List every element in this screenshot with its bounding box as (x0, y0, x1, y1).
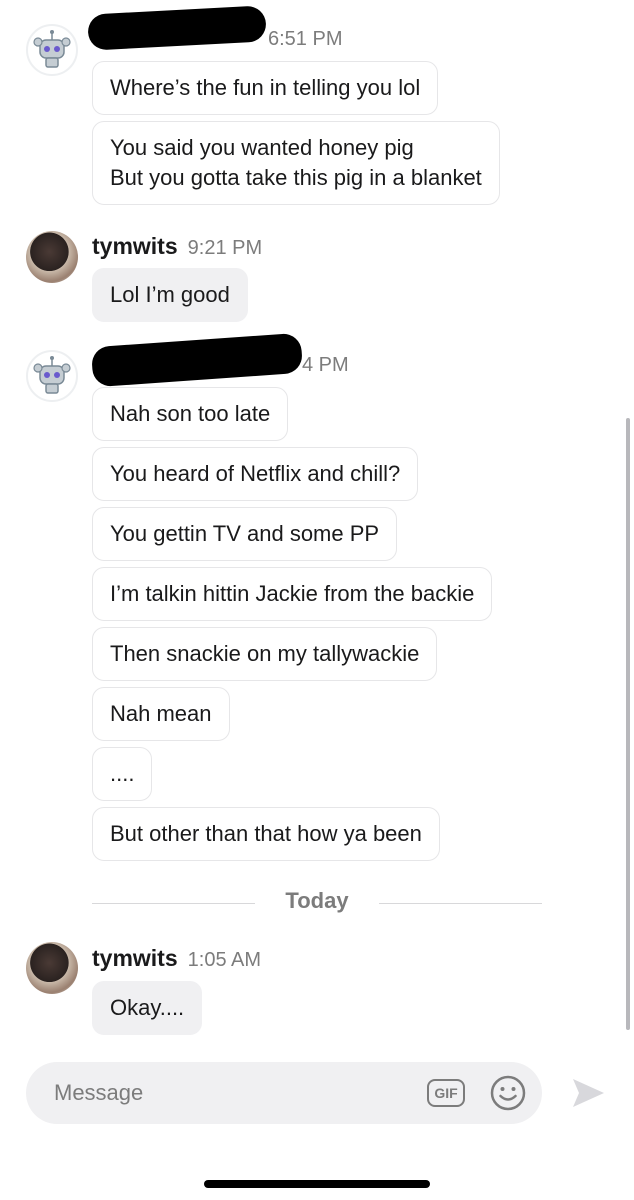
message-text: Where’s the fun in telling you lol (110, 75, 421, 100)
message-bubble[interactable]: Lol I’m good (92, 268, 248, 322)
date-divider-label: Today (285, 888, 349, 913)
message-bubble[interactable]: Where’s the fun in telling you lol (92, 61, 439, 115)
message-time: 1:05 AM (187, 949, 262, 971)
username[interactable]: tymwits (92, 233, 178, 260)
divider-line-left (92, 903, 255, 904)
message-text-line: But you gotta take this pig in a blanket (110, 165, 482, 190)
redacted-username (90, 332, 304, 388)
snoo-robot-icon (33, 356, 71, 394)
message-bubble[interactable]: I’m talkin hittin Jackie from the backie (92, 567, 493, 621)
message-text: But other than that how ya been (110, 821, 422, 846)
message-composer[interactable]: GIF (26, 1062, 542, 1124)
message-bubble[interactable]: .... (92, 747, 153, 801)
message-time: 9:21 PM (187, 237, 263, 259)
message-meta: tymwits 1:05 AM (92, 945, 261, 972)
message-text: You heard of Netflix and chill? (110, 461, 401, 486)
message-bubble[interactable]: Then snackie on my tallywackie (92, 627, 438, 681)
message-bubble[interactable]: You said you wanted honey pig But you go… (92, 121, 500, 205)
divider-line-right (379, 903, 542, 904)
message-text: I’m talkin hittin Jackie from the backie (110, 581, 475, 606)
message-meta: 4 PM (302, 354, 349, 377)
emoji-icon[interactable] (489, 1074, 527, 1117)
message-bubble[interactable]: But other than that how ya been (92, 807, 440, 861)
message-text: You gettin TV and some PP (110, 521, 380, 546)
redacted-username (87, 5, 267, 51)
snoo-robot-icon (33, 30, 71, 68)
message-time: 4 PM (302, 354, 349, 376)
message-bubble[interactable]: Nah mean (92, 687, 230, 741)
home-indicator (204, 1180, 430, 1188)
message-time: 6:51 PM (268, 28, 343, 50)
gif-button[interactable]: GIF (427, 1079, 465, 1107)
sender-avatar[interactable] (26, 24, 78, 76)
sender-avatar[interactable] (26, 350, 78, 402)
scrollbar[interactable] (626, 418, 630, 1030)
message-bubble[interactable]: You gettin TV and some PP (92, 507, 398, 561)
user-avatar[interactable] (26, 942, 78, 994)
username[interactable]: tymwits (92, 945, 178, 972)
message-text: Nah son too late (110, 401, 271, 426)
message-bubble[interactable]: You heard of Netflix and chill? (92, 447, 419, 501)
message-bubble[interactable]: Nah son too late (92, 387, 289, 441)
user-avatar[interactable] (26, 231, 78, 283)
message-text: Nah mean (110, 701, 212, 726)
message-bubble[interactable]: Okay.... (92, 981, 203, 1035)
send-icon[interactable] (570, 1075, 606, 1116)
message-text-line: You said you wanted honey pig (110, 135, 414, 160)
message-text: Okay.... (110, 995, 185, 1020)
message-input[interactable] (54, 1062, 414, 1124)
message-text: .... (110, 761, 135, 786)
message-meta: 6:51 PM (268, 28, 342, 51)
message-text: Then snackie on my tallywackie (110, 641, 420, 666)
message-meta: tymwits 9:21 PM (92, 233, 262, 260)
message-text: Lol I’m good (110, 282, 230, 307)
